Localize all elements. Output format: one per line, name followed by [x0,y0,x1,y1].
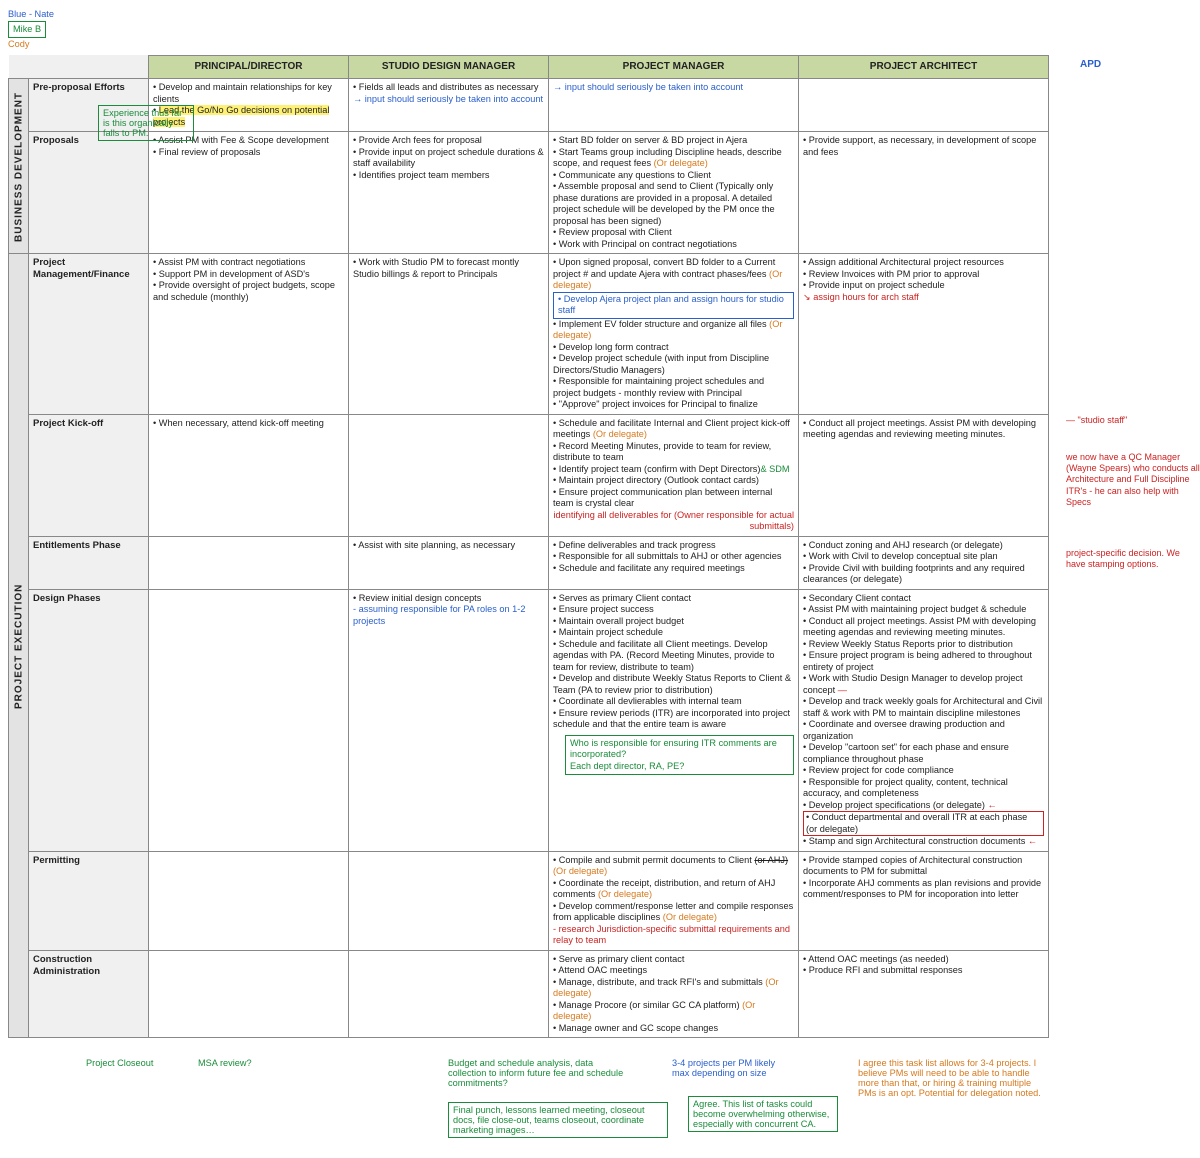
row-pmfinance: Project Management/Finance [29,254,149,415]
col-sdm: STUDIO DESIGN MANAGER [349,55,549,79]
side-notes: — "studio staff" we now have a QC Manage… [1066,55,1200,581]
col-principal: PRINCIPAL/DIRECTOR [149,55,349,79]
cell-preprop-pa [799,79,1049,132]
cell-proposals-pm: • Start BD folder on server & BD project… [549,132,799,254]
note-experience: Experience thus far is this organically … [98,105,194,141]
cell-proposals-pa: • Provide support, as necessary, in deve… [799,132,1049,254]
cell-proposals-sdm: • Provide Arch fees for proposal• Provid… [349,132,549,254]
row-ca: Construction Administration [29,950,149,1038]
cell-ko-sdm [349,414,549,536]
cell-ent-pa: • Conduct zoning and AHJ research (or de… [799,536,1049,589]
note-finalpunch: Final punch, lessons learned meeting, cl… [448,1102,668,1138]
row-proposals: Proposals [29,132,149,254]
note-agree: Agree. This list of tasks could become o… [688,1096,838,1132]
group-biz: BUSINESS DEVELOPMENT [9,79,29,254]
cell-ko-pa: • Conduct all project meetings. Assist P… [799,414,1049,536]
row-kickoff: Project Kick-off [29,414,149,536]
cell-perm-pm: • Compile and submit permit documents to… [549,851,799,950]
cell-preprop-sdm: • Fields all leads and distributes as ne… [349,79,549,132]
cell-des-principal [149,589,349,851]
cell-proposals-principal: • Assist PM with Fee & Scope development… [149,132,349,254]
note-studio-staff: — "studio staff" [1066,415,1200,426]
cell-pmf-pa: • Assign additional Architectural projec… [799,254,1049,415]
col-pm: PROJECT MANAGER [549,55,799,79]
cell-perm-principal [149,851,349,950]
note-stamping: project-specific decision. We have stamp… [1066,548,1200,571]
cell-ca-sdm [349,950,549,1038]
cell-perm-sdm [349,851,549,950]
cell-pmf-pm: • Upon signed proposal, convert BD folde… [549,254,799,415]
note-orange-agree: I agree this task list allows for 3-4 pr… [858,1058,1048,1098]
cell-ca-pm: • Serve as primary client contact• Atten… [549,950,799,1038]
legend-blue: Blue - Nate [8,9,54,19]
cell-ent-pm: • Define deliverables and track progress… [549,536,799,589]
row-entitle: Entitlements Phase [29,536,149,589]
bottom-notes: Project Closeout MSA review? Budget and … [8,1040,1192,1150]
note-budget: Budget and schedule analysis, data colle… [448,1058,628,1088]
cell-ent-principal [149,536,349,589]
group-exec: PROJECT EXECUTION [9,254,29,1038]
legend-green: Mike B [8,21,46,38]
cell-ca-pa: • Attend OAC meetings (as needed)• Produ… [799,950,1049,1038]
note-closeout: Project Closeout [86,1058,153,1068]
cell-preprop-pm: → input should seriously be taken into a… [549,79,799,132]
cell-des-pm: • Serves as primary Client contact• Ensu… [549,589,799,851]
legend-cody: Cody [8,39,29,49]
note-msa: MSA review? [198,1058,252,1068]
responsibility-matrix: PRINCIPAL/DIRECTOR STUDIO DESIGN MANAGER… [8,55,1049,1039]
col-pa: PROJECT ARCHITECT [799,55,1049,79]
cell-pmf-principal: • Assist PM with contract negotiations• … [149,254,349,415]
row-design: Design Phases [29,589,149,851]
cell-ca-principal [149,950,349,1038]
cell-des-sdm: • Review initial design concepts- assumi… [349,589,549,851]
legend-block: Blue - Nate Mike B Cody [8,8,1192,51]
cell-pmf-sdm: • Work with Studio PM to forecast montly… [349,254,549,415]
cell-perm-pa: • Provide stamped copies of Architectura… [799,851,1049,950]
cell-ko-pm: • Schedule and facilitate Internal and C… [549,414,799,536]
note-perpm: 3-4 projects per PM likely max depending… [672,1058,792,1078]
cell-ko-principal: • When necessary, attend kick-off meetin… [149,414,349,536]
row-permit: Permitting [29,851,149,950]
cell-des-pa: • Secondary Client contact• Assist PM wi… [799,589,1049,851]
cell-ent-sdm: • Assist with site planning, as necessar… [349,536,549,589]
note-qc-manager: we now have a QC Manager (Wayne Spears) … [1066,452,1200,508]
